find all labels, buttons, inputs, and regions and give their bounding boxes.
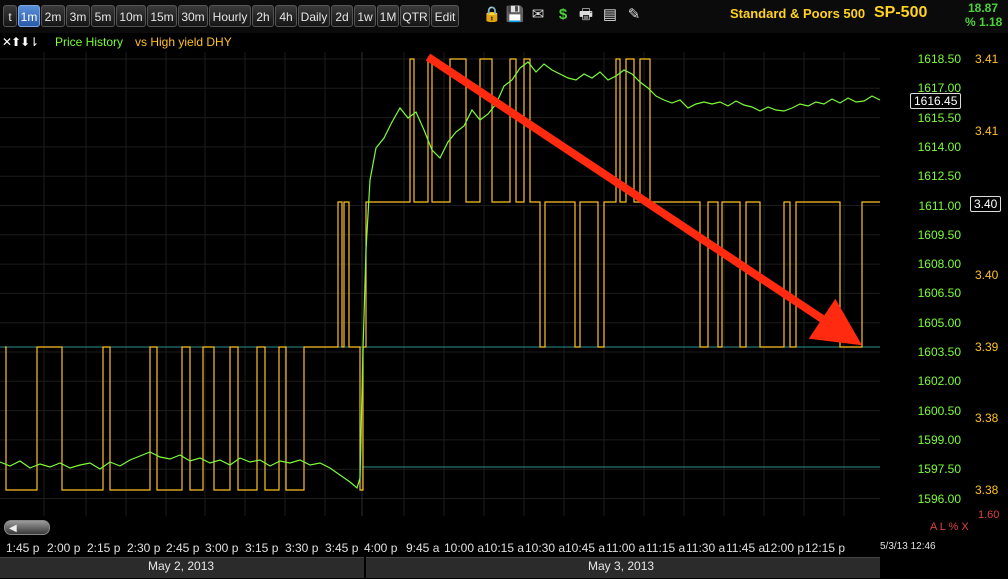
last-price-tag: 1616.45 xyxy=(910,93,962,109)
instrument-name: Standard & Poors 500 xyxy=(730,6,866,21)
time-tick: 1:45 p xyxy=(6,541,40,555)
yield-tick: 3.40 xyxy=(975,268,999,282)
dollar-icon[interactable]: $ xyxy=(553,5,573,25)
time-tick: 3:15 p xyxy=(245,541,279,555)
tab-edit[interactable]: Edit xyxy=(431,5,459,27)
price-series-line xyxy=(0,61,881,490)
tab-4h[interactable]: 4h xyxy=(275,5,297,27)
time-tick: 4:00 p xyxy=(364,541,398,555)
price-tick: 1596.00 xyxy=(917,491,961,506)
price-tick: 1597.50 xyxy=(917,462,961,477)
time-tick: 11:15 a xyxy=(646,541,686,555)
indicator-value: 1.60 xyxy=(978,509,1000,521)
price-tick: 1599.00 xyxy=(917,432,961,447)
price-tick: 1612.50 xyxy=(917,169,961,184)
yield-tick: 3.41 xyxy=(975,52,999,66)
time-tick: 11:45 a xyxy=(726,541,766,555)
toolbar: t 1m 2m 3m 5m 10m 15m 30m Hourly 2h 4h Daily 2d 1w 1M Q… xyxy=(0,0,1008,33)
time-tick: 2:15 p xyxy=(87,541,121,555)
yield-tick: 3.41 xyxy=(975,124,999,138)
tab-daily[interactable]: Daily xyxy=(298,5,330,27)
time-tick: 2:00 p xyxy=(47,541,81,555)
price-tick: 1606.50 xyxy=(917,286,961,301)
tab-qtr[interactable]: QTR xyxy=(400,5,430,27)
tab-2m[interactable]: 2m xyxy=(41,5,65,27)
time-tick: 10:15 a xyxy=(484,541,525,555)
tab-1m[interactable]: 1m xyxy=(18,5,40,27)
tab-1m[interactable]: 1M xyxy=(377,5,399,27)
price-tick: 1614.00 xyxy=(917,139,961,154)
yield-tick: 3.38 xyxy=(975,411,999,425)
time-tick: 10:00 a xyxy=(444,541,485,555)
time-tick: 11:30 a xyxy=(686,541,726,555)
price-tick: 1603.50 xyxy=(917,345,961,359)
save-icon[interactable]: 💾 xyxy=(505,5,525,25)
price-tick: 1605.00 xyxy=(917,315,961,330)
lock-icon[interactable]: 🔒 xyxy=(482,5,502,25)
tab-hourly[interactable]: Hourly xyxy=(209,5,251,27)
time-tick: 12:00 p xyxy=(764,541,805,555)
last-yield-tag: 3.40 xyxy=(970,196,1002,212)
time-tick: 3:30 p xyxy=(285,541,319,555)
price-chart[interactable] xyxy=(0,0,1008,579)
time-tick: 10:45 a xyxy=(565,541,606,555)
indicator-label: A L % X xyxy=(930,521,969,533)
price-tick: 1611.00 xyxy=(918,198,962,213)
chart-scroll-handle[interactable]: ◀ xyxy=(4,520,50,535)
change-percent: % 1.18 xyxy=(965,15,1003,29)
price-tick: 1618.50 xyxy=(917,52,961,66)
print-icon[interactable]: 🖶 xyxy=(576,5,596,25)
time-tick: 11:00 a xyxy=(606,541,646,555)
legend-controls-icon[interactable]: ✕⬆⬇⇂ xyxy=(2,35,39,49)
price-tick: 1615.50 xyxy=(917,110,961,125)
tab-2d[interactable]: 2d xyxy=(331,5,353,27)
trend-arrow xyxy=(425,53,862,346)
time-tick: 9:45 a xyxy=(406,541,440,555)
chart-settings-icon[interactable]: ▤ xyxy=(600,5,620,25)
time-tick: 12:15 p xyxy=(805,541,846,555)
mail-icon[interactable]: ✉ xyxy=(528,5,548,25)
tab-3m[interactable]: 3m xyxy=(66,5,90,27)
tab-2h[interactable]: 2h xyxy=(252,5,274,27)
time-tick: 2:45 p xyxy=(166,541,200,555)
legend-price-history: Price History xyxy=(55,35,124,49)
yield-tick: 3.39 xyxy=(975,340,999,354)
time-tick: 10:30 a xyxy=(525,541,566,555)
symbol: SP-500 xyxy=(874,4,928,21)
change-value: 18.87 xyxy=(968,1,999,15)
price-tick: 1608.00 xyxy=(917,257,961,272)
price-tick: 1600.50 xyxy=(917,403,961,418)
tab-5m[interactable]: 5m xyxy=(91,5,115,27)
legend-comparison: vs High yield DHY xyxy=(135,35,232,49)
tab-t[interactable]: t xyxy=(3,5,17,27)
price-tick: 1602.00 xyxy=(917,374,961,389)
time-tick: 3:00 p xyxy=(205,541,239,555)
date-label-1: May 2, 2013 xyxy=(148,559,215,573)
yield-tick: 3.38 xyxy=(975,483,999,497)
tab-1w[interactable]: 1w xyxy=(354,5,376,27)
tab-15m[interactable]: 15m xyxy=(147,5,177,27)
pencil-icon[interactable]: ✎ xyxy=(624,5,644,25)
price-tick: 1609.50 xyxy=(917,227,961,242)
date-label-2: May 3, 2013 xyxy=(588,559,655,573)
tab-10m[interactable]: 10m xyxy=(116,5,146,27)
tab-30m[interactable]: 30m xyxy=(178,5,208,27)
dhy-series-line xyxy=(5,58,880,491)
time-tick: 3:45 p xyxy=(325,541,359,555)
timestamp: 5/3/13 12:46 xyxy=(880,541,936,552)
time-tick: 2:30 p xyxy=(127,541,161,555)
